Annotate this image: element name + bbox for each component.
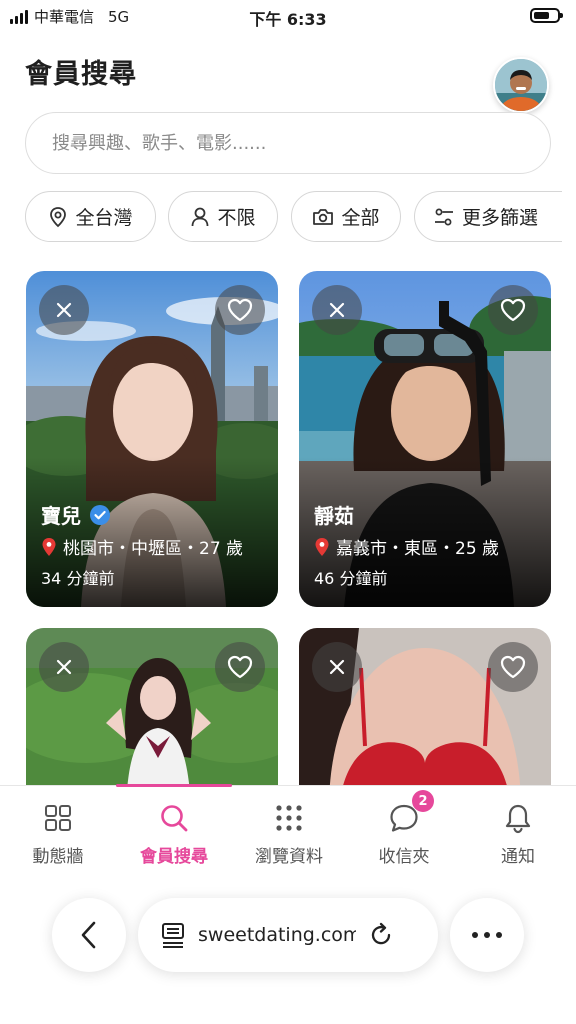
verified-badge-icon [90, 504, 110, 525]
camera-icon [313, 208, 334, 225]
heart-icon [227, 655, 253, 679]
profile-last-active: 46 分鐘前 [314, 569, 388, 588]
like-button[interactable] [488, 642, 538, 692]
profile-card[interactable]: 靜茹 嘉義市・東區・25 歲 46 分鐘前 [299, 271, 551, 607]
nav-label: 動態牆 [32, 847, 84, 867]
heart-icon [227, 298, 253, 322]
chat-bubble-icon: 2 [386, 790, 434, 836]
nav-item-search[interactable]: 會員搜尋 [116, 800, 232, 867]
nav-label: 瀏覽資料 [255, 847, 323, 867]
profile-card[interactable] [299, 628, 551, 808]
filter-photo-chip[interactable]: 全部 [291, 191, 401, 242]
profile-location: 嘉義市・東區・25 歲 [336, 539, 500, 559]
avatar[interactable] [493, 57, 549, 113]
dismiss-button[interactable] [39, 285, 89, 335]
filter-photo-label: 全部 [341, 207, 380, 229]
search-icon [156, 800, 192, 836]
card-name-row: 靜茹 [314, 500, 354, 529]
person-icon [192, 207, 209, 226]
search-box[interactable] [25, 112, 551, 174]
location-pin-icon [50, 206, 67, 227]
filter-more-chip[interactable]: 更多篩選 [414, 191, 562, 242]
profile-location: 桃園市・中壢區・27 歲 [63, 539, 244, 559]
profile-last-active: 34 分鐘前 [41, 569, 115, 588]
dismiss-button[interactable] [312, 642, 362, 692]
active-tab-indicator [116, 784, 232, 787]
filter-region-chip[interactable]: 全台灣 [25, 191, 156, 242]
url-text: sweetdating.com [198, 924, 356, 946]
chevron-left-icon [81, 921, 96, 949]
heart-icon [500, 298, 526, 322]
page-title: 會員搜尋 [25, 59, 137, 90]
reload-icon[interactable] [368, 922, 394, 948]
profile-card[interactable]: 寶兒 桃園市・中壢區・27 歲 34 分鐘前 [26, 271, 278, 607]
browser-back-button[interactable] [52, 898, 126, 972]
unread-badge: 2 [412, 790, 434, 812]
filter-gender-label: 不限 [217, 207, 256, 229]
like-button[interactable] [215, 642, 265, 692]
card-location-row: 桃園市・中壢區・27 歲 [41, 534, 243, 559]
card-location-row: 嘉義市・東區・25 歲 [314, 534, 499, 559]
dismiss-button[interactable] [312, 285, 362, 335]
nav-item-inbox[interactable]: 2 收信夾 [346, 790, 462, 867]
nav-item-browse[interactable]: 瀏覽資料 [231, 800, 347, 867]
bottom-nav: 動態牆 會員搜尋 瀏覽資料 2 收信夾 通知 [0, 784, 576, 880]
nav-label: 收信夾 [378, 847, 430, 867]
status-time: 下午 6:33 [249, 10, 327, 29]
more-horizontal-icon [472, 932, 502, 938]
close-icon [56, 659, 72, 675]
profile-name: 寶兒 [41, 504, 81, 528]
like-button[interactable] [488, 285, 538, 335]
browser-more-button[interactable] [450, 898, 524, 972]
sliders-icon [435, 208, 453, 225]
dismiss-button[interactable] [39, 642, 89, 692]
grid-icon [40, 800, 76, 836]
browser-toolbar: sweetdating.com [0, 880, 576, 1024]
close-icon [329, 302, 345, 318]
profile-name: 靜茹 [314, 504, 354, 528]
like-button[interactable] [215, 285, 265, 335]
pin-icon [42, 537, 56, 556]
close-icon [329, 659, 345, 675]
dots-grid-icon [271, 800, 307, 836]
battery-icon [530, 8, 563, 23]
filter-gender-chip[interactable]: 不限 [168, 191, 278, 242]
filter-more-label: 更多篩選 [462, 207, 539, 229]
nav-item-notifications[interactable]: 通知 [460, 800, 576, 867]
pin-icon [315, 537, 329, 556]
search-input[interactable] [52, 113, 522, 173]
profile-card[interactable] [26, 628, 278, 808]
nav-item-feed[interactable]: 動態牆 [0, 800, 116, 867]
bell-icon [500, 800, 536, 836]
nav-label: 會員搜尋 [140, 847, 208, 867]
address-bar[interactable]: sweetdating.com [138, 898, 438, 972]
close-icon [56, 302, 72, 318]
reader-icon [162, 923, 184, 948]
avatar-photo [495, 59, 547, 111]
card-name-row: 寶兒 [41, 500, 111, 529]
status-bar: 中華電信 5G 下午 6:33 [0, 0, 576, 34]
filter-region-label: 全台灣 [75, 207, 133, 229]
nav-label: 通知 [501, 847, 535, 867]
heart-icon [500, 655, 526, 679]
